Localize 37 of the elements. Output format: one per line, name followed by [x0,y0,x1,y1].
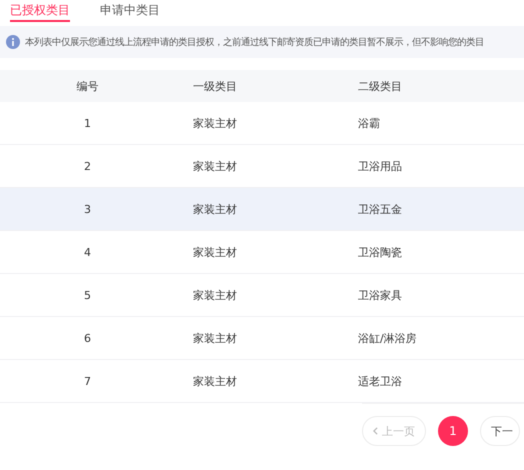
table-cell-text: 家装主材 [192,374,238,388]
chevron-left-icon [373,427,378,435]
table-row[interactable]: 3 家装主材 卫浴五金 [0,188,524,231]
table-cell-text: 浴缸/淋浴房 [358,330,418,346]
table-cell-text: 5 [83,288,92,302]
table-cell-text: 家装主材 [192,288,238,302]
table-cell-text: 6 [83,332,92,344]
notice-text: 本列表中仅展示您通过线上流程申请的类目授权，之前通过线下邮寄资质已申请的类目暂不展示，但不影响您的类目 [25,36,484,48]
table-cell-text: 家装主材 [192,330,238,346]
table-cell-text: 卫浴陶瓷 [358,244,403,260]
table-cell-text: 卫浴五金 [358,202,403,216]
table-cell-text: 家装主材 [192,202,238,216]
table-row[interactable]: 7 家装主材 适老卫浴 [0,360,524,403]
table-cell-text: 3 [83,202,92,216]
table-cell-text: 2 [83,160,92,172]
table-cell-text: 家装主材 [192,158,238,174]
column-header: 二级类目 [358,78,403,94]
table-row[interactable]: 5 家装主材 卫浴家具 [0,274,524,317]
info-icon [6,35,20,49]
table-row[interactable]: 6 家装主材 浴缸/淋浴房 [0,317,524,360]
next-page-button[interactable]: 下一 [480,416,520,446]
table-cell-text: 1 [83,116,92,130]
table-cell-text: 卫浴用品 [358,158,403,174]
table-cell-text: 卫浴家具 [358,288,403,302]
table-cell-text: 家装主材 [192,244,238,260]
table-cell-text: 家装主材 [192,116,238,130]
table-row[interactable]: 1 家装主材 浴霸 [0,102,524,145]
table-row[interactable]: 4 家装主材 卫浴陶瓷 [0,231,524,274]
category-tab[interactable]: 已授权类目 [10,2,70,22]
category-tab[interactable]: 申请中类目 [100,2,160,22]
table-cell-text: 7 [83,374,92,388]
page-button[interactable]: 1 [438,416,468,446]
table-cell-text: 适老卫浴 [358,374,403,388]
table-cell-text: 浴霸 [358,116,381,130]
table-cell-text: 4 [83,246,92,258]
column-header: 编号 [76,78,100,94]
column-header: 一级类目 [192,78,238,94]
